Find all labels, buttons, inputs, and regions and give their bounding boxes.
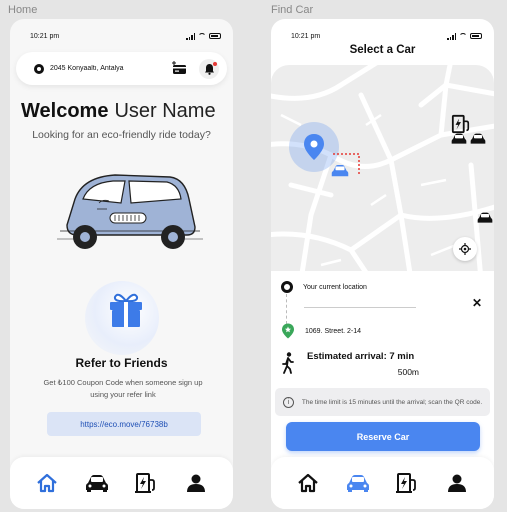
battery-icon (470, 33, 482, 39)
user-icon (448, 474, 467, 492)
tab-home[interactable] (34, 470, 60, 496)
car-icon (346, 475, 369, 492)
find-car-screen: 10:21 pm Select a Car Your current locat… (271, 19, 494, 509)
car-marker-icon[interactable] (451, 133, 467, 145)
car-icon (85, 475, 108, 492)
wifi-icon (198, 33, 206, 39)
current-location-text: Your current location (303, 283, 367, 291)
gift-icon (110, 293, 142, 327)
location-dot-icon (34, 63, 44, 74)
car-illustration (57, 174, 203, 249)
status-icons (186, 32, 221, 40)
welcome-subtitle: Looking for an eco-friendly ride today? (32, 129, 211, 141)
current-location-row[interactable]: Your current location (281, 281, 367, 293)
home-icon (37, 473, 57, 493)
signal-icon (186, 32, 195, 40)
info-text: The time limit is 15 minutes until the a… (301, 398, 483, 406)
page-title: Select a Car (349, 44, 416, 56)
destination-row[interactable]: 1069. Street. 2-14 (281, 323, 361, 339)
info-banner: i The time limit is 15 minutes until the… (275, 388, 490, 416)
user-location-pin-icon (304, 134, 324, 160)
tab-profile[interactable] (444, 470, 470, 496)
reserve-car-button[interactable]: Reserve Car (286, 422, 480, 451)
signal-icon (447, 32, 456, 40)
charging-station-icon (135, 473, 156, 493)
info-icon: i (283, 396, 294, 408)
tab-charging[interactable] (133, 470, 159, 496)
user-icon (187, 474, 206, 492)
tab-cars[interactable] (345, 470, 371, 496)
welcome-word: Welcome (21, 100, 109, 122)
estimated-arrival: Estimated arrival: 7 min (307, 351, 415, 362)
add-card-icon[interactable] (171, 61, 187, 75)
distance: 500m (397, 367, 419, 377)
recenter-button[interactable] (453, 237, 477, 261)
charging-station-icon (396, 473, 417, 493)
notification-button[interactable] (199, 59, 219, 79)
refer-link-button[interactable]: https://eco.move/76738b (47, 412, 201, 436)
address-text: 2045 Konyaaltı, Antalya (50, 65, 124, 72)
tab-bar (10, 457, 233, 509)
crosshair-icon (459, 243, 471, 255)
address-bar[interactable]: 2045 Konyaaltı, Antalya (16, 52, 227, 85)
status-time: 10:21 pm (30, 32, 60, 40)
close-icon[interactable]: ✕ (472, 296, 482, 310)
status-bar: 10:21 pm (30, 30, 221, 42)
status-icons (447, 32, 482, 40)
tab-cars[interactable] (84, 470, 110, 496)
tab-charging[interactable] (394, 470, 420, 496)
tab-profile[interactable] (183, 470, 209, 496)
welcome-heading: Welcome User Name (21, 100, 216, 123)
tab-home[interactable] (295, 470, 321, 496)
notification-badge (213, 62, 217, 66)
destination-text: 1069. Street. 2-14 (305, 327, 362, 335)
tab-bar (271, 457, 494, 509)
charging-station-map-icon[interactable] (451, 114, 471, 134)
home-screen: 10:21 pm 2045 Konyaaltı, Antalya Welcome… (10, 19, 233, 509)
battery-icon (209, 33, 221, 39)
home-icon (298, 473, 318, 493)
status-time: 10:21 pm (291, 32, 321, 40)
frame-label-find-car: Find Car (271, 4, 314, 16)
car-marker-icon[interactable] (470, 133, 486, 145)
frame-label-home: Home (8, 4, 38, 16)
user-name: User Name (114, 100, 216, 122)
destination-pin-icon (282, 323, 294, 339)
route-connector (286, 294, 287, 324)
status-bar: 10:21 pm (291, 30, 482, 42)
refer-subtitle: Get ₺100 Coupon Code when someone sign u… (43, 378, 203, 399)
car-marker-icon[interactable] (477, 212, 493, 224)
origin-ring-icon (281, 281, 293, 293)
divider (304, 307, 416, 308)
refer-title: Refer to Friends (75, 356, 168, 370)
selected-car-marker-icon[interactable] (331, 164, 349, 178)
wifi-icon (459, 33, 467, 39)
